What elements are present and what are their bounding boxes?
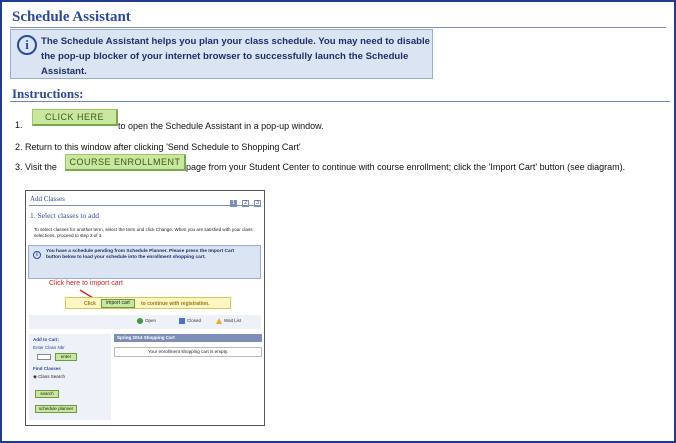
enter-button[interactable]: enter <box>55 353 77 361</box>
instructions-divider <box>10 101 670 102</box>
status-legend: Open Closed Wait List <box>29 315 261 329</box>
legend-closed-label: Closed <box>187 318 202 324</box>
pending-text: You have a schedule pending from Schedul… <box>46 249 235 261</box>
legend-closed: Closed <box>179 318 201 324</box>
enter-class-nbr-label: Enter Class Nbr <box>33 345 65 350</box>
open-icon <box>137 318 143 324</box>
info-text: The Schedule Assistant helps you plan yo… <box>41 36 431 77</box>
info-icon: i <box>17 35 37 55</box>
import-cart-button[interactable]: import cart <box>101 299 135 308</box>
pending-schedule-box: i You have a schedule pending from Sched… <box>28 245 261 279</box>
legend-waitlist: Wait List <box>216 318 241 324</box>
import-cart-diagram: Add Classes 1 2 3 1. Select classes to a… <box>25 190 265 426</box>
search-button[interactable]: search <box>35 390 59 398</box>
continue-text: to continue with registration. <box>141 301 210 307</box>
page-title: Schedule Assistant <box>12 9 131 25</box>
find-classes-label: Find Classes <box>33 366 61 371</box>
legend-open-label: Open <box>145 318 157 324</box>
course-enrollment-button[interactable]: COURSE ENROLLMENT <box>65 154 186 171</box>
click-label: Click <box>84 301 96 307</box>
legend-waitlist-label: Wait List <box>224 318 242 324</box>
diagram-description: To select classes for another term, sele… <box>34 227 253 238</box>
add-to-cart-label: Add to Cart: <box>33 337 59 342</box>
diagram-divider <box>29 205 261 206</box>
info-icon: i <box>33 251 41 259</box>
title-divider <box>10 27 666 28</box>
page-frame: Schedule Assistant i The Schedule Assist… <box>0 0 676 443</box>
step-1-text: to open the Schedule Assistant in a pop-… <box>118 121 324 131</box>
add-to-cart-panel: Add to Cart: Enter Class Nbr enter Find … <box>29 334 111 420</box>
info-box: i The Schedule Assistant helps you plan … <box>10 29 433 79</box>
click-here-button[interactable]: CLICK HERE <box>32 109 118 126</box>
import-cart-bar: Click import cart to continue with regis… <box>65 297 231 309</box>
class-nbr-input[interactable] <box>37 354 51 360</box>
class-search-label: Class Search <box>38 374 65 379</box>
step-3-text: page from your Student Center to continu… <box>186 162 626 172</box>
step-1-number: 1. <box>15 120 23 130</box>
shopping-cart-heading: Spring 2014 Shopping Cart <box>114 334 262 342</box>
import-callout: Click here to import cart <box>49 280 123 287</box>
class-search-option[interactable]: ◉ Class Search <box>33 374 65 380</box>
step-2-text: 2. Return to this window after clicking … <box>15 142 301 152</box>
diagram-title: Add Classes <box>30 195 65 203</box>
schedule-planner-button[interactable]: schedule planner <box>35 405 77 413</box>
step-3-prefix: 3. Visit the <box>15 162 57 172</box>
legend-open: Open <box>137 318 156 324</box>
diagram-heading: 1. Select classes to add <box>30 211 99 220</box>
closed-icon <box>179 318 185 324</box>
wait-list-icon <box>216 318 222 324</box>
instructions-heading: Instructions: <box>12 86 84 101</box>
cart-empty-message: Your enrollment shopping cart is empty. <box>114 347 262 357</box>
